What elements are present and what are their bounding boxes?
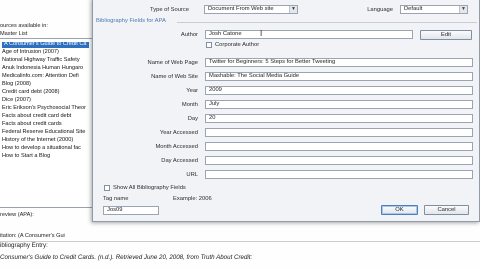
show-all-fields-label: Show All Bibliography Fields bbox=[113, 185, 186, 191]
list-item[interactable]: Facts about credit card debt bbox=[2, 113, 71, 120]
language-label: Language bbox=[367, 7, 393, 13]
edit-source-dialog: Type of Source Document From Web site ▼ … bbox=[92, 0, 480, 222]
month-field[interactable]: July bbox=[205, 100, 473, 109]
url-label: URL bbox=[186, 172, 198, 178]
word-window: ources available in: Master List A Consu… bbox=[0, 0, 480, 270]
list-item[interactable]: Dice (2007) bbox=[2, 97, 31, 104]
divider bbox=[0, 241, 480, 242]
month-label: Month bbox=[181, 102, 198, 108]
list-item[interactable]: Blog (2008) bbox=[2, 81, 31, 88]
tag-name-label: Tag name bbox=[103, 196, 129, 202]
chevron-down-icon[interactable]: ▼ bbox=[289, 6, 297, 13]
master-list-label: Master List bbox=[0, 31, 28, 37]
year-accessed-label: Year Accessed bbox=[159, 130, 198, 136]
corporate-author-checkbox[interactable] bbox=[206, 42, 212, 48]
url-field[interactable] bbox=[205, 170, 473, 179]
list-item[interactable]: Age of Intrusion (2007) bbox=[2, 49, 59, 56]
chevron-down-icon[interactable]: ▼ bbox=[459, 6, 467, 13]
show-all-fields-checkbox[interactable] bbox=[104, 185, 110, 191]
master-source-list[interactable]: A Consumer's Guide to Credit Ca Age of I… bbox=[0, 38, 102, 208]
list-item[interactable]: How to Start a Blog bbox=[2, 153, 50, 160]
section-rule bbox=[177, 22, 477, 23]
list-item[interactable]: Anuk Indonesia Human Hungaro bbox=[2, 65, 83, 72]
type-of-source-value: Document From Web site bbox=[208, 6, 274, 12]
preview-label: review (APA): bbox=[0, 212, 34, 218]
language-value: Default bbox=[404, 6, 423, 12]
list-item[interactable]: National Highway Traffic Safety bbox=[2, 57, 80, 64]
example-text: Example: 2006 bbox=[173, 196, 212, 202]
author-field[interactable]: Josh Catone bbox=[205, 30, 413, 39]
type-of-source-label: Type of Source bbox=[150, 7, 189, 13]
list-item[interactable]: History of the Internet (2000) bbox=[2, 137, 73, 144]
list-item[interactable]: Federal Reserve Educational Site bbox=[2, 129, 85, 136]
list-item[interactable]: Eric Erikson's Psychosocial Theor bbox=[2, 105, 86, 112]
cancel-button[interactable]: Cancel bbox=[424, 205, 469, 215]
month-accessed-label: Month Accessed bbox=[155, 144, 198, 150]
list-item[interactable]: Credit card debt (2008) bbox=[2, 89, 60, 96]
day-accessed-field[interactable] bbox=[205, 156, 473, 165]
day-accessed-label: Day Accessed bbox=[161, 158, 198, 164]
year-label: Year bbox=[186, 88, 198, 94]
name-of-web-page-field[interactable]: Twitter for Beginners: 5 Steps for Bette… bbox=[205, 58, 473, 67]
type-of-source-select[interactable]: Document From Web site ▼ bbox=[204, 5, 298, 14]
name-of-web-site-field[interactable]: Mashable: The Social Media Guide bbox=[205, 72, 473, 81]
tag-name-field[interactable]: Jos09 bbox=[103, 206, 159, 215]
month-accessed-field[interactable] bbox=[205, 142, 473, 151]
sources-available-label: ources available in: bbox=[0, 23, 48, 29]
citation-preview: itation: (A Consumer's Gui bbox=[0, 233, 65, 239]
ok-button[interactable]: OK bbox=[381, 205, 418, 215]
corporate-author-label: Corporate Author bbox=[215, 42, 260, 48]
bibliography-entry: Consumer's Guide to Credit Cards. (n.d.)… bbox=[0, 254, 253, 261]
year-field[interactable]: 2009 bbox=[205, 86, 473, 95]
edit-author-button[interactable]: Edit bbox=[420, 30, 472, 40]
list-item[interactable]: A Consumer's Guide to Credit Ca bbox=[2, 41, 89, 48]
name-of-web-site-label: Name of Web Site bbox=[151, 74, 198, 80]
list-item[interactable]: How to develop a situational fac bbox=[2, 145, 81, 152]
author-label: Author bbox=[180, 32, 198, 38]
year-accessed-field[interactable] bbox=[205, 128, 473, 137]
list-item[interactable]: Medicalinfo.com: Attention Defi bbox=[2, 73, 79, 80]
fields-section-title: Bibliography Fields for APA bbox=[96, 18, 166, 24]
bibliography-label: ibliography Entry: bbox=[0, 242, 48, 249]
day-field[interactable]: 20 bbox=[205, 114, 473, 123]
language-select[interactable]: Default ▼ bbox=[400, 5, 468, 14]
name-of-web-page-label: Name of Web Page bbox=[147, 60, 198, 66]
text-cursor-icon: I bbox=[260, 29, 263, 38]
day-label: Day bbox=[187, 116, 198, 122]
list-item[interactable]: Facts about credit cards bbox=[2, 121, 62, 128]
